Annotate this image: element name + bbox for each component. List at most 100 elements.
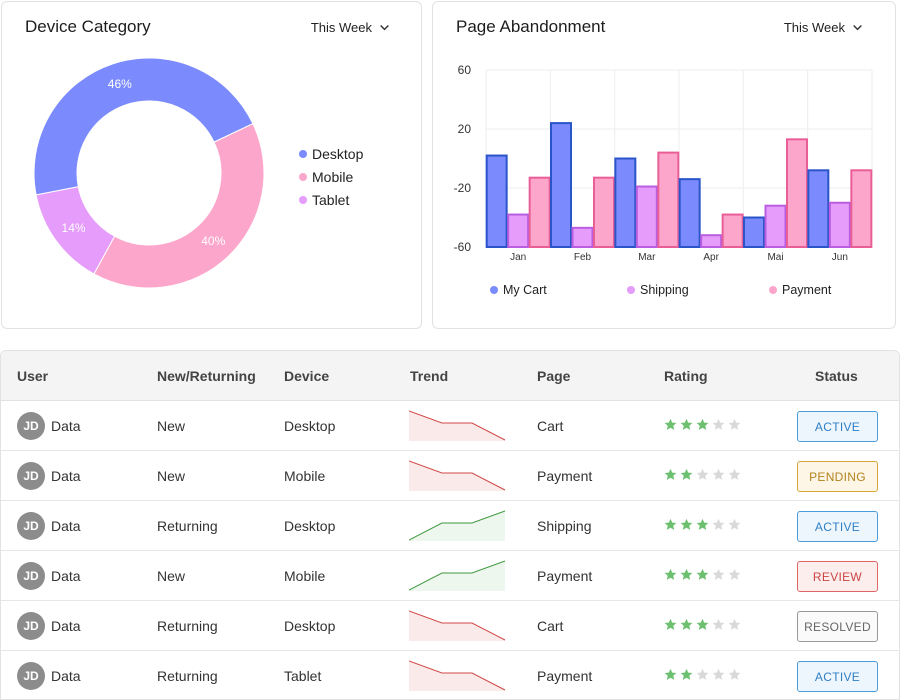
bar-payment-feb[interactable] [593,176,615,248]
avatar: JD [17,462,45,490]
avatar: JD [17,562,45,590]
user-name: Data [51,468,81,484]
star-icon [696,468,709,480]
device-legend: Desktop Mobile Tablet [299,142,363,211]
star-icon [680,668,693,680]
status-badge[interactable]: ACTIVE [797,411,878,442]
legend-item-payment[interactable]: Payment [769,283,831,297]
device: Mobile [284,568,326,584]
bar-my-cart-jan[interactable] [485,154,508,248]
x-tick-label: Jan [510,252,526,263]
abandonment-legend: My Cart Shipping Payment [433,283,897,301]
table-row[interactable]: JD Data Returning Tablet Payment ACTIVE [1,651,899,699]
col-user[interactable]: User [17,368,48,384]
bar-my-cart-apr[interactable] [678,178,701,248]
bar-payment-mar[interactable] [657,151,680,249]
col-device[interactable]: Device [284,368,329,384]
trend-down-sparkline [409,660,506,691]
device-category-card: Device Category This Week 46% 40% 14% Desk… [1,1,422,329]
x-tick-label: Feb [574,252,592,263]
bar-shipping-jun[interactable] [828,201,851,248]
legend-item-desktop[interactable]: Desktop [299,142,363,165]
star-icon [696,618,709,630]
legend-dot [769,286,777,294]
avatar: JD [17,662,45,690]
col-rating[interactable]: Rating [664,368,708,384]
avatar: JD [17,612,45,640]
visitor-type: Returning [157,618,218,634]
bar-my-cart-jun[interactable] [807,169,830,248]
star-icon [680,618,693,630]
status-badge[interactable]: REVIEW [797,561,878,592]
donut-slice-mobile[interactable] [93,123,265,289]
table-header: User New/Returning Device Trend Page Rat… [1,351,899,401]
user-name: Data [51,668,81,684]
bar-shipping-jan[interactable] [507,213,530,249]
bar-my-cart-mai[interactable] [743,216,765,248]
bar-payment-apr[interactable] [721,213,744,249]
star-icon [728,668,741,680]
table-row[interactable]: JD Data Returning Desktop Shipping ACTIVE [1,501,899,551]
star-icon [680,418,693,430]
col-new-returning[interactable]: New/Returning [157,368,256,384]
page: Cart [537,418,564,434]
legend-item-tablet[interactable]: Tablet [299,188,363,211]
y-tick-label: -20 [454,181,472,195]
user-name: Data [51,568,81,584]
legend-dot [490,286,498,294]
donut-slice-desktop[interactable] [33,57,254,196]
rating-stars [664,518,741,531]
col-page[interactable]: Page [537,368,570,384]
legend-label: Payment [782,283,832,297]
page-abandonment-card: Page Abandonment This Week 60 20 -20 -60 Jan… [432,1,896,329]
table-row[interactable]: JD Data New Mobile Payment PENDING [1,451,899,501]
visitor-type: Returning [157,518,218,534]
star-icon [728,568,741,580]
star-icon [680,468,693,480]
user-name: Data [51,618,81,634]
donut-label-mobile: 40% [201,234,225,248]
legend-item-shipping[interactable]: Shipping [627,283,689,297]
legend-item-mobile[interactable]: Mobile [299,165,363,188]
bar-shipping-feb[interactable] [571,226,594,248]
bar-shipping-apr[interactable] [700,234,723,248]
legend-label: Desktop [312,145,364,162]
col-status[interactable]: Status [815,368,858,384]
legend-item-my-cart[interactable]: My Cart [490,283,547,297]
page: Payment [537,668,593,684]
page: Payment [537,568,593,584]
status-badge[interactable]: PENDING [797,461,878,492]
table-row[interactable]: JD Data Returning Desktop Cart RESOLVED [1,601,899,651]
abandonment-bar-chart: 60 20 -20 -60 Jan Feb Mar Apr Mai Jun [454,63,873,263]
bar-shipping-mai[interactable] [764,204,787,248]
bar-payment-jan[interactable] [528,176,551,248]
y-tick-label: 60 [458,63,472,77]
table-row[interactable]: JD Data New Mobile Payment REVIEW [1,551,899,601]
user-table: User New/Returning Device Trend Page Rat… [0,350,900,700]
device: Mobile [284,468,326,484]
legend-label: Mobile [312,168,354,185]
bar-shipping-mar[interactable] [635,185,658,248]
star-icon [664,468,677,480]
legend-dot [299,149,307,158]
visitor-type: New [157,418,186,434]
bar-payment-jun[interactable] [850,169,873,248]
user-name: Data [51,418,81,434]
star-icon [664,568,677,580]
table-row[interactable]: JD Data New Desktop Cart ACTIVE [1,401,899,451]
rating-stars [664,618,741,631]
avatar: JD [17,412,45,440]
status-badge[interactable]: RESOLVED [797,611,878,642]
star-icon [728,468,741,480]
star-icon [696,668,709,680]
col-trend[interactable]: Trend [410,368,448,384]
bar-my-cart-mar[interactable] [614,157,637,248]
status-badge[interactable]: ACTIVE [797,661,878,692]
bar-my-cart-feb[interactable] [550,122,572,248]
page: Payment [537,468,593,484]
trend-down-sparkline [409,410,506,441]
star-icon [696,518,709,530]
bar-payment-mai[interactable] [786,138,808,248]
donut-label-desktop: 46% [108,77,132,91]
status-badge[interactable]: ACTIVE [797,511,878,542]
